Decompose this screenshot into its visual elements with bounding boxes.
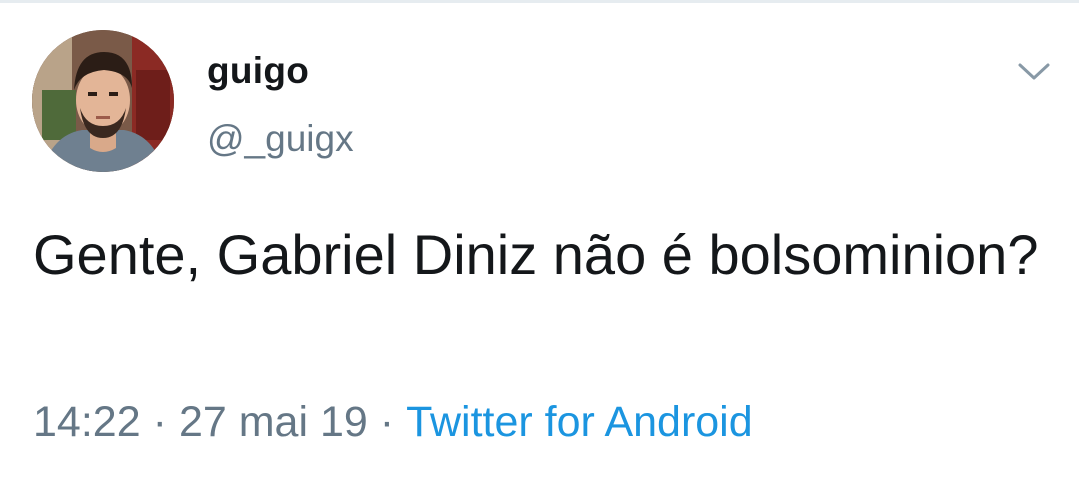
meta-separator: · [152,398,167,446]
top-divider [0,0,1079,3]
meta-separator: · [379,398,395,446]
tweet-meta: 14:22 · 27 mai 19 · Twitter for Android [33,398,753,447]
tweet-source-link[interactable]: Twitter for Android [406,398,753,446]
avatar[interactable] [32,30,174,172]
user-handle[interactable]: @_guigx [207,118,354,160]
chevron-down-icon[interactable] [1012,56,1056,86]
tweet-time[interactable]: 14:22 [33,398,141,446]
tweet-text: Gente, Gabriel Diniz não é bolsominion? [33,223,1039,286]
display-name[interactable]: guigo [207,50,309,92]
tweet-card: guigo @_guigx Gente, Gabriel Diniz não é… [0,0,1079,482]
avatar-photo [32,30,174,172]
tweet-date[interactable]: 27 mai 19 [179,398,368,446]
